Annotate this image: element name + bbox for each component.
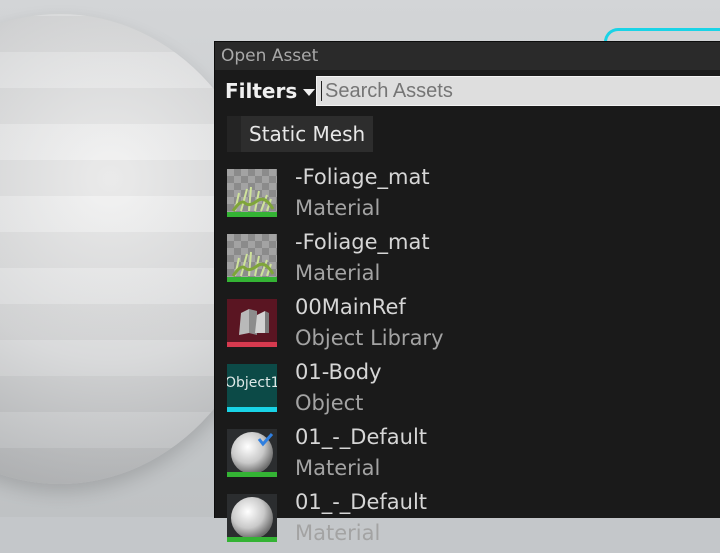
asset-type: Material [295,196,381,220]
asset-thumbnail [227,299,277,347]
object-thumbnail-label: Object1 [227,375,277,391]
asset-name: -Foliage_mat [295,230,430,254]
list-item[interactable]: 01_-_Default Material [215,423,720,488]
asset-type-bar [227,212,277,217]
asset-thumbnail [227,494,277,542]
material-sphere-icon [231,497,273,539]
asset-type-bar [227,342,277,347]
asset-list[interactable]: -Foliage_mat Material -Foliage_mat Mater… [215,163,720,553]
list-item[interactable]: 00MainRef Object Library [215,293,720,358]
active-filters: Static Mesh [215,112,720,154]
search-input[interactable] [316,76,720,106]
dialog-title: Open Asset [215,42,720,70]
asset-type: Material [295,261,381,285]
material-sphere-icon [231,432,274,474]
asset-type-bar [227,407,277,412]
asset-name: 01-Body [295,360,382,384]
asset-name: 00MainRef [295,295,406,319]
list-item[interactable]: -Foliage_mat Material [215,228,720,293]
asset-type: Material [295,521,381,545]
asset-thumbnail [227,429,277,477]
asset-type: Object Library [295,326,444,350]
text-caret [321,81,322,101]
asset-name: -Foliage_mat [295,165,430,189]
foliage-icon [231,186,275,212]
asset-thumbnail [227,169,277,217]
filters-label: Filters [225,79,298,103]
asset-name: 01_-_Default [295,490,428,514]
list-item[interactable]: 01_-_Default Material [215,488,720,553]
filters-button[interactable]: Filters [225,76,316,106]
filter-bar: Filters [215,70,720,112]
filter-color-swatch [227,116,241,152]
asset-thumbnail [227,234,277,282]
object-library-icon [239,309,269,335]
asset-type-bar [227,537,277,542]
filter-chip-static-mesh[interactable]: Static Mesh [227,116,374,152]
list-item[interactable]: Object1 01-Body Object [215,358,720,423]
asset-name: 01_-_Default [295,425,428,449]
list-item[interactable]: -Foliage_mat Material [215,163,720,228]
filter-chip-label: Static Mesh [249,122,366,146]
open-asset-dialog: Open Asset Filters Static Mesh -Foliage_… [214,41,720,545]
asset-thumbnail: Object1 [227,364,277,412]
foliage-icon [231,251,275,277]
asset-type: Material [295,456,381,480]
chevron-down-icon [303,89,316,96]
asset-type-bar [227,472,277,477]
asset-type: Object [295,391,364,415]
asset-type-bar [227,277,277,282]
